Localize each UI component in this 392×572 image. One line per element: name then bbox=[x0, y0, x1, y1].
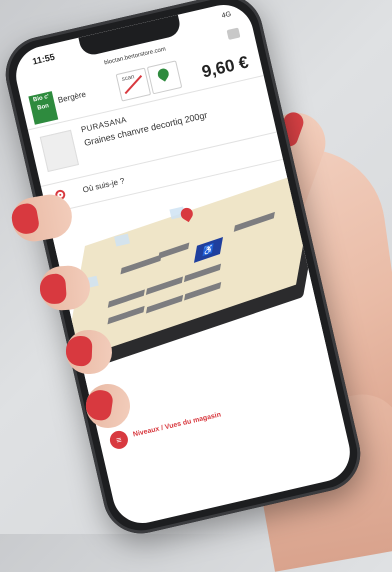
camera-icon[interactable] bbox=[226, 27, 241, 40]
phone-screen: 11:55 4G bloctan.bertorstore.com Bio c' … bbox=[10, 0, 356, 529]
fingernail bbox=[65, 335, 93, 367]
product-thumbnail bbox=[39, 129, 80, 173]
store-logo: Bio c' Bon bbox=[28, 91, 59, 125]
location-tab[interactable] bbox=[146, 60, 183, 95]
where-am-i-label: Où suis-je ? bbox=[81, 176, 126, 195]
scan-tab[interactable]: scan bbox=[115, 67, 152, 102]
layers-icon: ≡ bbox=[108, 429, 130, 451]
product-price: 9,60 € bbox=[199, 52, 251, 82]
location-pin-icon bbox=[155, 66, 171, 82]
levels-views-label: Niveaux / Vues du magasin bbox=[132, 411, 222, 439]
status-time: 11:55 bbox=[31, 51, 56, 67]
network-indicator: 4G bbox=[221, 10, 232, 20]
store-name: Bergère bbox=[56, 89, 87, 105]
